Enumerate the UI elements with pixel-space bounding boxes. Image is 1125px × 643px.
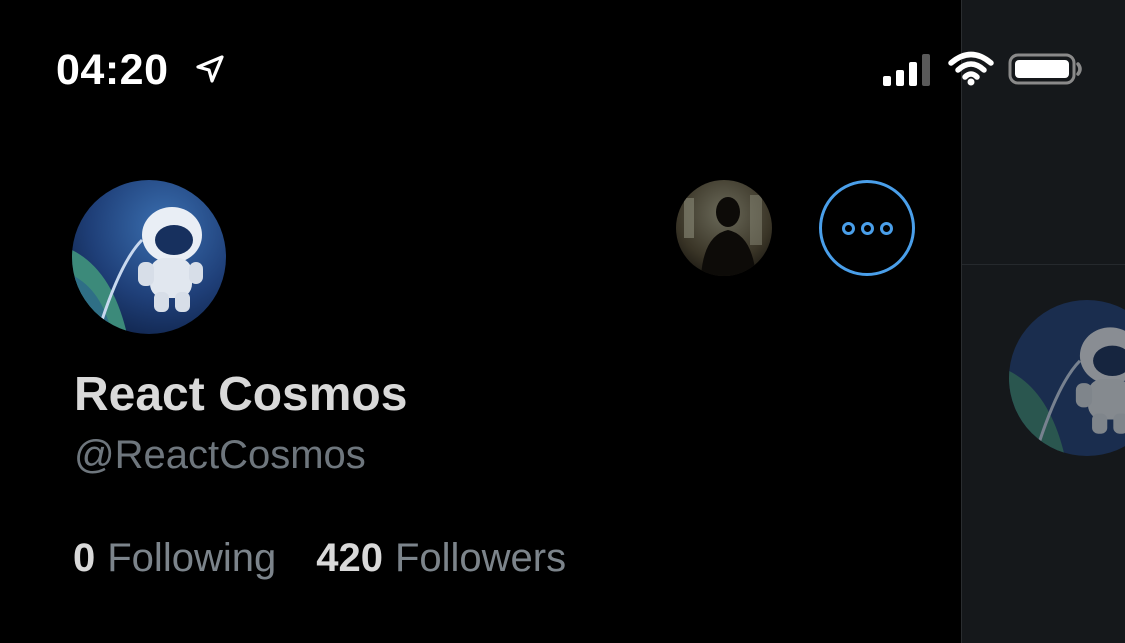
astronaut-icon: [72, 180, 226, 334]
cellular-signal-icon: [883, 54, 930, 86]
profile-handle[interactable]: @ReactCosmos: [74, 430, 366, 480]
more-dot-icon: [860, 221, 874, 235]
more-options-button[interactable]: [819, 180, 915, 276]
following-stat[interactable]: 0 Following: [73, 532, 276, 584]
wifi-icon: [948, 51, 994, 86]
following-label: Following: [107, 536, 277, 580]
followers-stat[interactable]: 420 Followers: [316, 532, 566, 584]
account-switcher-avatar[interactable]: [676, 180, 772, 276]
profile-drawer: 04:20 React Cosmos @ReactCosmos 0 Follow…: [0, 0, 961, 643]
following-count: 0: [73, 536, 96, 580]
profile-avatar[interactable]: [72, 180, 226, 334]
person-silhouette-icon: [676, 180, 772, 276]
battery-icon: [1008, 53, 1082, 85]
location-arrow-icon: [196, 55, 224, 83]
status-time: 04:20: [56, 46, 169, 94]
header-separator: [962, 264, 1125, 265]
underlying-screen[interactable]: [962, 0, 1125, 643]
followers-count: 420: [316, 536, 383, 580]
underlying-profile-avatar[interactable]: [1009, 300, 1125, 456]
astronaut-icon: [1009, 300, 1125, 456]
more-dot-icon: [841, 221, 855, 235]
followers-label: Followers: [394, 536, 567, 580]
profile-display-name[interactable]: React Cosmos: [74, 367, 407, 423]
profile-stats: 0 Following 420 Followers: [73, 532, 566, 584]
more-dot-icon: [879, 221, 893, 235]
